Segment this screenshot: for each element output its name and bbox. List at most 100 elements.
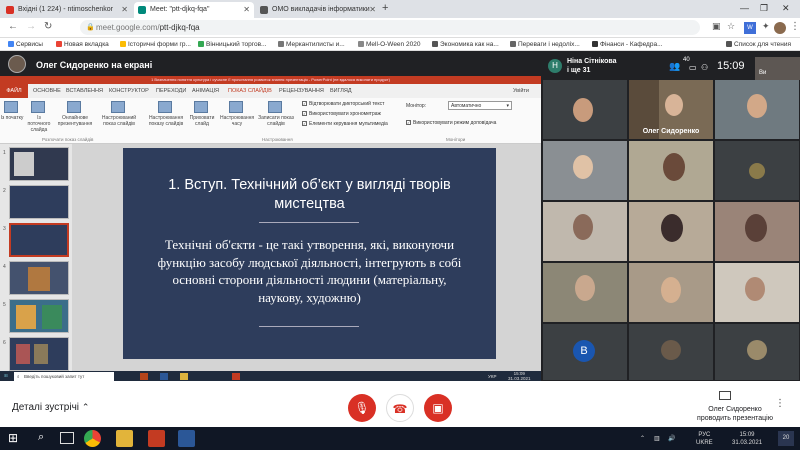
slide-thumb[interactable] — [9, 261, 69, 295]
notifications-button[interactable]: 20 — [778, 431, 794, 446]
bookmark-item[interactable]: Переваги і недоліх... — [510, 41, 580, 48]
participant-tile[interactable] — [715, 141, 799, 200]
chk-timings[interactable]: ✓ Використовувати хронометраж — [302, 111, 381, 117]
tray-language[interactable]: РУС UKRE — [696, 431, 713, 447]
slide-thumb[interactable] — [9, 299, 69, 333]
participant-tile[interactable] — [543, 80, 627, 139]
online-present-button[interactable]: Онлайнове презентування — [56, 115, 94, 127]
network-icon[interactable]: ▥ — [654, 435, 660, 442]
search-icon[interactable]: ⌕ — [38, 431, 44, 444]
maximize-button[interactable]: ❐ — [760, 3, 768, 14]
tab-gmail[interactable]: Вхідні (1 224) - ntimoschenkor ✕ — [2, 2, 132, 18]
activities-icon[interactable]: ⚇ — [701, 63, 708, 72]
custom-show-button[interactable]: Настроюваний показ слайдів — [98, 115, 140, 127]
self-view-tile: Ви — [755, 57, 800, 80]
window-close-button[interactable]: ✕ — [782, 3, 790, 14]
tab-insert[interactable]: ВСТАВЛЕННЯ — [66, 88, 103, 94]
from-current-button[interactable]: Із поточного слайда — [26, 115, 52, 133]
people-icon[interactable]: 👥 — [669, 61, 680, 72]
tab-omo[interactable]: ОМО викладачів інформатики ✕ — [256, 2, 380, 18]
menu-dots-icon[interactable]: ⋮ — [790, 21, 800, 32]
tab-slideshow[interactable]: ПОКАЗ СЛАЙДІВ — [228, 88, 272, 94]
participant-tile[interactable] — [543, 141, 627, 200]
tray-clock[interactable]: 15:09 31.03.2021 — [732, 431, 762, 447]
bookmark-item[interactable]: Історичні форми гр... — [120, 41, 191, 48]
close-icon[interactable]: ✕ — [121, 5, 128, 14]
bookmark-item[interactable]: Mell-O-Ween 2020 — [358, 41, 420, 48]
minimize-button[interactable]: — — [740, 3, 749, 13]
tab-review[interactable]: РЕЦЕНЗУВАННЯ — [279, 88, 324, 94]
file-explorer-icon[interactable] — [116, 430, 133, 447]
reload-icon[interactable]: ↻ — [44, 21, 52, 32]
tab-transitions[interactable]: ПЕРЕХОДИ — [156, 88, 186, 94]
participant-chip[interactable]: Ніна Сітнікова і ще 31 — [567, 57, 616, 75]
tab-animation[interactable]: АНІМАЦІЯ — [192, 88, 219, 94]
mic-off-button[interactable]: 🎙 — [348, 394, 376, 422]
participant-tile[interactable] — [543, 263, 627, 322]
hide-slide-button[interactable]: Приховати слайд — [188, 115, 216, 127]
back-icon[interactable]: ← — [8, 21, 18, 32]
tab-view[interactable]: ВИГЛЯД — [330, 88, 352, 94]
volume-icon[interactable]: 🔊 — [668, 435, 675, 442]
meeting-details-button[interactable]: Деталі зустрічі ⌃ — [12, 402, 89, 413]
setup-show-button[interactable]: Настроювання показу слайдів — [146, 115, 186, 127]
participant-tile[interactable] — [629, 141, 713, 200]
sign-in-link[interactable]: Увійти — [513, 88, 529, 94]
puzzle-icon[interactable]: ✦ — [762, 21, 770, 32]
participant-tile[interactable] — [629, 202, 713, 261]
profile-avatar[interactable] — [774, 22, 786, 34]
camera-off-button[interactable]: ▣ — [424, 394, 452, 422]
word-taskbar-icon[interactable] — [178, 430, 195, 447]
participant-tile-presenter[interactable]: Олег Сидоренко — [629, 80, 713, 139]
forward-icon[interactable]: → — [26, 21, 36, 32]
extension-icon[interactable]: W — [744, 22, 756, 34]
bookmark-item[interactable]: Вінницький торгов... — [198, 41, 266, 48]
leave-call-button[interactable]: ☎ — [386, 394, 414, 422]
participant-tile[interactable] — [629, 263, 713, 322]
chevron-up-icon[interactable]: ⌃ — [640, 435, 645, 442]
chk-media[interactable]: ✓ Елементи керування мультимедіа — [302, 121, 388, 127]
participant-tile[interactable]: B — [543, 324, 627, 380]
record-button[interactable]: Записати показ слайдів — [258, 115, 294, 127]
bookmark-item[interactable]: Фінанси - Кафедра... — [592, 41, 663, 48]
chk-presenter-view[interactable]: ✓ Використовувати режим доповідача — [406, 120, 496, 126]
rehearse-button[interactable]: Настроювання часу — [220, 115, 254, 127]
address-bar[interactable]: 🔒 meet.google.com/ptt-djkq-fqa — [80, 20, 700, 35]
new-tab-button[interactable]: + — [382, 2, 388, 14]
participant-tile[interactable] — [715, 263, 799, 322]
participant-tile[interactable] — [715, 202, 799, 261]
bookmark-item[interactable]: Экономика как на... — [432, 41, 499, 48]
monitor-select[interactable]: Автоматично ▾ — [448, 101, 512, 110]
camera-icon[interactable]: ▣ — [712, 21, 721, 32]
bookmark-item[interactable]: Сервисы — [8, 41, 43, 48]
chrome-icon[interactable] — [84, 430, 101, 447]
slide-thumb[interactable] — [9, 147, 69, 181]
bookmarks-bar: Сервисы Новая вкладка Історичні форми гр… — [0, 38, 800, 51]
slide-thumb[interactable] — [9, 337, 69, 371]
task-view-icon[interactable] — [60, 432, 74, 444]
star-icon[interactable]: ☆ — [727, 21, 735, 32]
participant-tile[interactable] — [715, 324, 799, 380]
close-icon[interactable]: ✕ — [369, 5, 376, 14]
more-options-icon[interactable]: ⋮ — [775, 398, 785, 409]
slide-thumb-active[interactable] — [9, 223, 69, 257]
bookmark-item[interactable]: Новая вкладка — [56, 41, 109, 48]
slide-thumb[interactable] — [9, 185, 69, 219]
chat-icon[interactable]: ▭ — [689, 63, 697, 72]
tab-design[interactable]: КОНСТРУКТОР — [109, 88, 149, 94]
start-button[interactable]: ⊞ — [8, 431, 18, 445]
chk-narrations[interactable]: ✓ Відтворювати дикторський текст — [302, 101, 384, 107]
tab-home[interactable]: ОСНОВНЕ — [33, 88, 61, 94]
tab-meet[interactable]: Meet: "ptt-djkq-fqa" ✕ — [134, 2, 254, 18]
from-start-button[interactable]: Із початку — [0, 115, 24, 121]
participant-tile[interactable] — [543, 202, 627, 261]
current-slide[interactable]: 1. Вступ. Технічний об’єкт у вигляді тво… — [123, 148, 496, 359]
close-icon[interactable]: ✕ — [243, 5, 250, 14]
tab-file[interactable]: ФАЙЛ — [0, 84, 28, 98]
participant-tile[interactable] — [629, 324, 713, 380]
participant-tile[interactable] — [715, 80, 799, 139]
bookmark-item[interactable]: Меркантилисты и... — [278, 41, 345, 48]
reading-list[interactable]: Список для чтения — [726, 41, 791, 48]
presenter-info[interactable]: Олег Сидоренко проводить презентацію — [682, 405, 788, 423]
powerpoint-taskbar-icon[interactable] — [148, 430, 165, 447]
